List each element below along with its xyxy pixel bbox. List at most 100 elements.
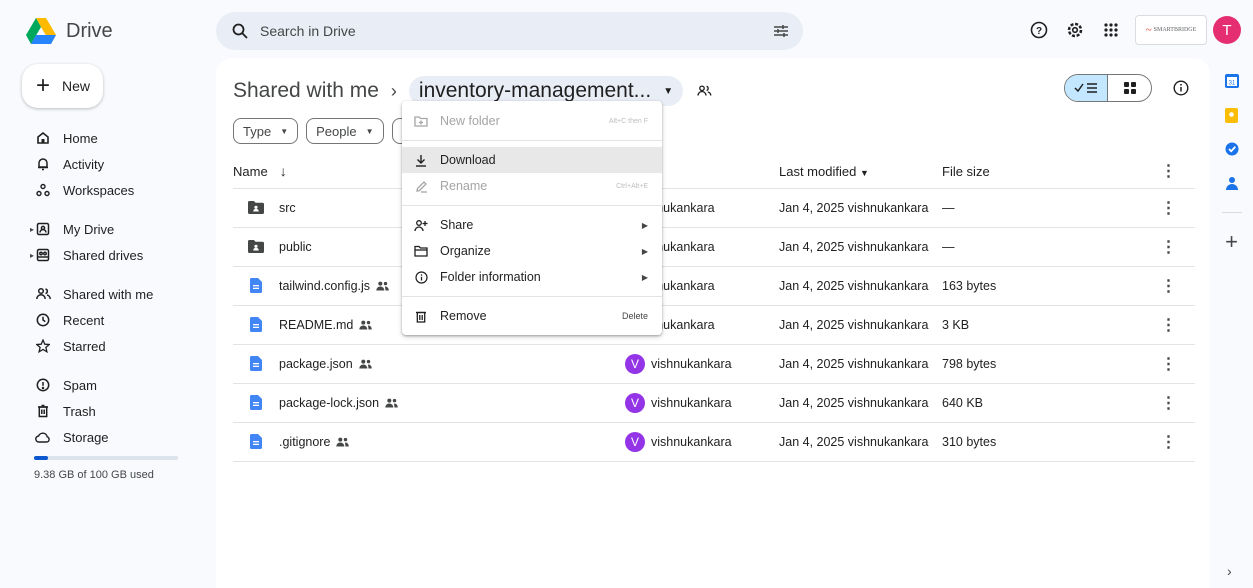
file-name[interactable]: package-lock.json [279,396,379,410]
rail-divider [1221,212,1242,213]
menu-item-share[interactable]: Share ▶ [402,212,662,238]
pencil-icon [413,180,429,193]
dropdown-arrow-icon: ▼ [365,126,374,136]
sidebar-item-spam[interactable]: Spam [0,372,216,398]
search-input[interactable]: Search in Drive [260,23,773,39]
sidebar-item-shared-with-me[interactable]: Shared with me [0,281,216,307]
account-avatar[interactable]: T [1213,16,1241,44]
settings-icon[interactable] [1057,12,1093,48]
table-row[interactable]: public vishnukankara Jan 4, 2025 vishnukan… [233,227,1195,267]
grid-view-button[interactable] [1108,75,1151,101]
help-icon[interactable]: ? [1021,12,1057,48]
shared-folder-people-icon[interactable] [697,84,712,98]
shared-people-icon [376,281,389,291]
document-icon [248,278,264,294]
row-more-options-icon[interactable]: ⋮ [1161,278,1177,295]
spam-icon [35,378,51,392]
last-modified-cell: Jan 4, 2025 vishnukankara [779,305,942,345]
row-more-options-icon[interactable]: ⋮ [1161,200,1177,217]
last-modified-cell: Jan 4, 2025 vishnukankara [779,383,942,423]
submenu-arrow-icon: ▶ [641,246,648,256]
contacts-icon[interactable] [1210,166,1253,200]
sidebar-item-shared-drives[interactable]: ▸ Shared drives [0,242,216,268]
dropdown-arrow-icon: ▼ [663,85,674,97]
file-name[interactable]: src [279,201,296,215]
storage-usage-text: 9.38 GB of 100 GB used [34,469,154,481]
table-row[interactable]: src vishnukankara Jan 4, 2025 vishnukankar… [233,188,1195,228]
add-person-icon [413,219,429,232]
breadcrumb-shared-with-me[interactable]: Shared with me [233,79,379,103]
last-modified-cell: Jan 4, 2025 vishnukankara [779,227,942,267]
calendar-icon[interactable]: 31 [1210,64,1253,98]
sidebar-item-workspaces[interactable]: Workspaces [0,177,216,203]
last-modified-column-header[interactable]: Last modified ▼ [779,155,942,189]
type-filter-chip[interactable]: Type ▼ [233,118,299,144]
new-button[interactable]: + New [22,64,103,108]
add-addon-plus-icon[interactable]: + [1210,225,1253,259]
file-name[interactable]: tailwind.config.js [279,279,370,293]
sidebar-item-starred[interactable]: Starred [0,333,216,359]
shared-folder-icon [248,239,264,255]
file-table: Name ↓ Last modified ▼ File size ⋮ src vis… [233,155,1195,462]
tasks-icon[interactable] [1210,132,1253,166]
file-name[interactable]: README.md [279,318,353,332]
row-more-options-icon[interactable]: ⋮ [1161,434,1177,451]
org-logo[interactable]: ~ SMARTBRIDGE [1135,15,1207,45]
sidebar-item-activity[interactable]: Activity [0,151,216,177]
apps-grid-icon[interactable] [1093,12,1129,48]
search-bar[interactable]: Search in Drive [216,12,803,50]
file-size-column-header[interactable]: File size [942,155,1142,189]
keep-icon[interactable] [1210,98,1253,132]
submenu-arrow-icon: ▶ [641,220,648,230]
folder-icon [413,245,429,257]
owner-cell: Vvishnukankara [603,431,779,452]
menu-item-folder-information[interactable]: Folder information ▶ [402,264,662,290]
table-row[interactable]: package-lock.json Vvishnukankara Jan 4, 20… [233,383,1195,423]
row-more-options-icon[interactable]: ⋮ [1161,395,1177,412]
row-more-options-icon[interactable]: ⋮ [1161,356,1177,373]
search-icon[interactable] [232,23,248,39]
row-more-options-icon[interactable]: ⋮ [1161,317,1177,334]
table-row[interactable]: package.json Vvishnukankara Jan 4, 2025 vi… [233,344,1195,384]
expand-arrow-icon[interactable]: ▸ [30,225,34,234]
file-name[interactable]: public [279,240,312,254]
menu-item-organize[interactable]: Organize ▶ [402,238,662,264]
sort-down-arrow-icon[interactable]: ↓ [280,163,287,179]
info-icon [413,270,429,284]
sidebar-item-my-drive[interactable]: ▸ My Drive [0,216,216,242]
table-row[interactable]: .gitignore Vvishnukankara Jan 4, 2025 vish… [233,422,1195,462]
menu-item-rename[interactable]: Rename Ctrl+Alt+E [402,173,662,199]
star-icon [35,339,51,353]
sidebar-item-recent[interactable]: Recent [0,307,216,333]
list-view-button[interactable] [1065,75,1108,101]
file-size-cell: 3 KB [942,305,1142,345]
drive-logo[interactable]: Drive [26,18,113,44]
expand-arrow-icon[interactable]: ▸ [30,251,34,260]
menu-item-remove[interactable]: Remove Delete [402,303,662,329]
info-icon[interactable] [1171,78,1191,98]
shared-people-icon [358,359,372,369]
file-name[interactable]: .gitignore [279,435,330,449]
home-icon [35,131,51,145]
file-size-cell: 310 bytes [942,422,1142,462]
file-size-cell: 163 bytes [942,266,1142,306]
people-filter-chip[interactable]: People ▼ [306,118,384,144]
menu-item-new-folder[interactable]: New folder Alt+C then F [402,108,662,134]
people-icon [35,287,51,301]
table-header-row: Name ↓ Last modified ▼ File size ⋮ [233,155,1195,189]
owner-avatar[interactable]: V [625,392,645,413]
table-row[interactable]: tailwind.config.js vishnukankara Jan 4, 20… [233,266,1195,306]
collapse-panel-chevron-icon[interactable]: › [1227,563,1232,579]
search-options-icon[interactable] [773,23,789,39]
table-row[interactable]: README.md vishnukankara Jan 4, 2025 vishnu… [233,305,1195,345]
sidebar-item-storage[interactable]: Storage [0,424,216,450]
sidebar-item-trash[interactable]: Trash [0,398,216,424]
sidebar-item-home[interactable]: Home [0,125,216,151]
drive-logo-icon [26,18,56,44]
file-name[interactable]: package.json [279,357,353,371]
menu-item-download[interactable]: Download [402,147,662,173]
more-options-icon[interactable]: ⋮ [1142,155,1195,189]
owner-avatar[interactable]: V [625,431,645,452]
owner-avatar[interactable]: V [625,353,645,374]
row-more-options-icon[interactable]: ⋮ [1161,239,1177,256]
